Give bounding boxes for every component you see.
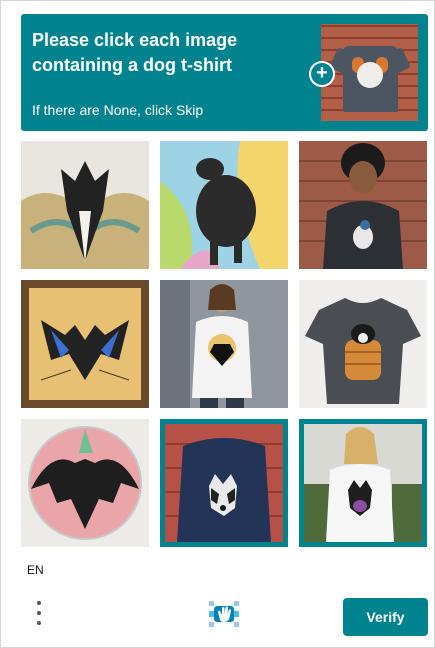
image-tile-4[interactable]: [21, 280, 149, 408]
image-tile-1[interactable]: [21, 141, 149, 269]
example-dog-face: [357, 62, 383, 88]
example-image[interactable]: [321, 24, 418, 121]
woman-in-dog-tshirt-image: [304, 424, 422, 542]
image-tile-6[interactable]: [299, 280, 427, 408]
bat-illustration-image: [21, 419, 149, 547]
captcha-frame: Please click each image containing a dog…: [0, 0, 435, 648]
tshirt-with-dog-image: [299, 280, 427, 408]
image-tile-8[interactable]: [160, 419, 288, 547]
verify-button[interactable]: Verify: [343, 598, 428, 636]
image-tile-2[interactable]: [160, 141, 288, 269]
challenge-header: Please click each image containing a dog…: [21, 14, 428, 131]
challenge-subprompt: If there are None, click Skip: [32, 102, 204, 118]
hcaptcha-logo-icon[interactable]: [205, 597, 243, 631]
man-in-tshirt-image: [299, 141, 427, 269]
man-in-dog-tshirt-image: [165, 424, 283, 542]
plus-icon[interactable]: +: [309, 61, 335, 87]
bat-drawing-image: [21, 141, 149, 269]
woman-in-tshirt-image: [160, 280, 288, 408]
image-tile-5[interactable]: [160, 280, 288, 408]
image-tile-9[interactable]: [299, 419, 427, 547]
challenge-prompt: Please click each image containing a dog…: [32, 30, 238, 75]
language-selector[interactable]: EN: [27, 563, 44, 577]
image-tile-3[interactable]: [299, 141, 427, 269]
more-vertical-icon[interactable]: [29, 599, 49, 631]
bat-painting-image: [21, 280, 149, 408]
black-animal-painting-image: [160, 141, 288, 269]
image-tile-7[interactable]: [21, 419, 149, 547]
